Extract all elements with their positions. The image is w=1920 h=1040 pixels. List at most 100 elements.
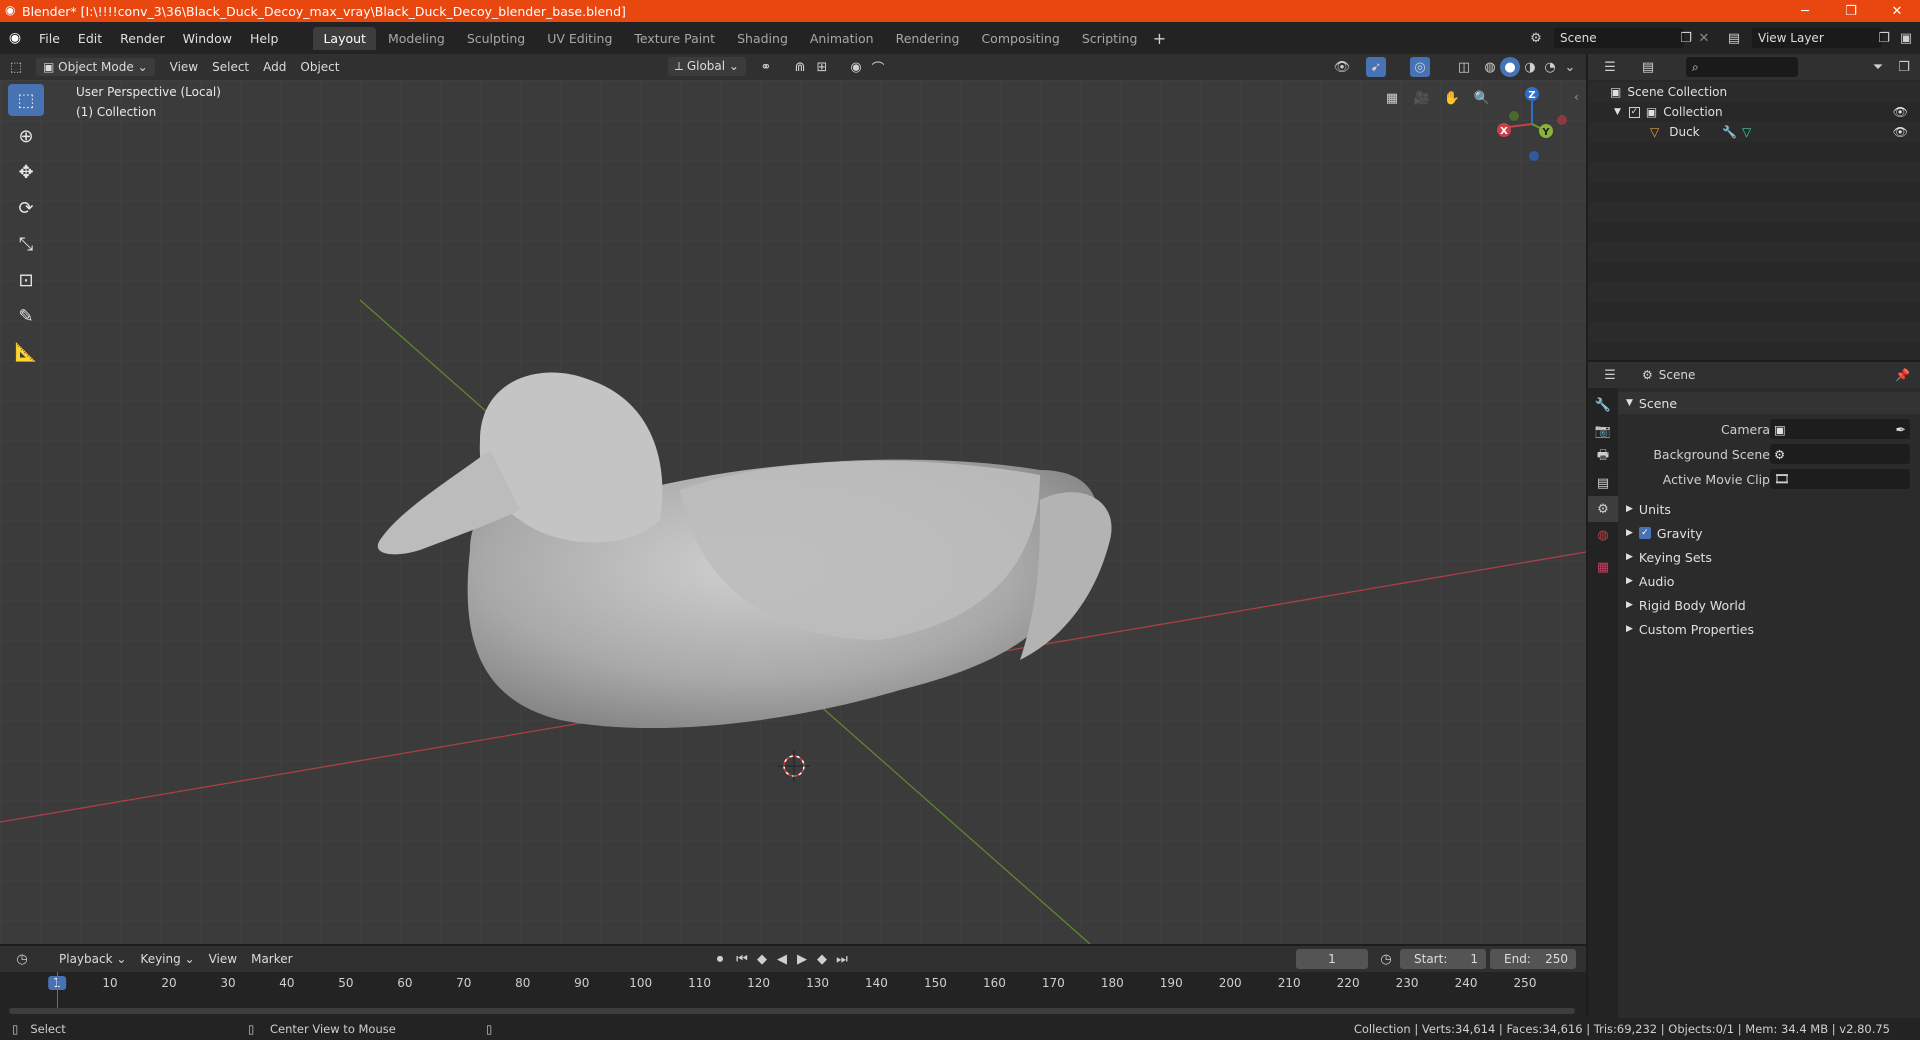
tab-layout[interactable]: Layout — [313, 26, 376, 50]
tab-shading[interactable]: Shading — [727, 27, 798, 50]
new-collection-icon[interactable]: ❐ — [1894, 57, 1914, 77]
mesh-data-icon[interactable]: ▽ — [1742, 125, 1751, 139]
new-scene-icon[interactable]: ❐ — [1676, 28, 1696, 48]
measure-tool-icon[interactable]: 📐 — [8, 336, 44, 368]
timeline[interactable]: 1102030405060708090100110120130140150160… — [0, 972, 1586, 1018]
pivot-point-icon[interactable]: ⚭ — [756, 57, 776, 77]
outliner-row-duck[interactable]: ▽ Duck 🔧 ▽ 👁 — [1588, 122, 1920, 142]
cursor-tool-icon[interactable]: ⊕ — [8, 120, 44, 152]
tab-uv-editing[interactable]: UV Editing — [537, 27, 622, 50]
annotate-tool-icon[interactable]: ✎ — [8, 300, 44, 332]
eyedropper-icon[interactable]: ✒ — [1896, 422, 1906, 437]
outliner-editor-type-icon[interactable]: ☰ — [1600, 57, 1620, 77]
remove-view-layer-icon[interactable]: ▣ — [1896, 28, 1916, 48]
camera-view-icon[interactable]: 🎥 — [1412, 88, 1432, 108]
menu-edit[interactable]: Edit — [69, 31, 111, 46]
pin-icon[interactable]: 📌 — [1895, 368, 1910, 382]
frame-ruler[interactable]: 1102030405060708090100110120130140150160… — [0, 972, 1586, 992]
tab-scripting[interactable]: Scripting — [1072, 27, 1148, 50]
editor-type-icon[interactable]: ⬚ — [6, 57, 26, 77]
pan-view-icon[interactable]: ✋ — [1442, 88, 1462, 108]
new-view-layer-icon[interactable]: ❐ — [1874, 28, 1894, 48]
scene-section-header[interactable]: ▼ Scene — [1618, 392, 1920, 414]
restore-icon[interactable]: ❐ — [1828, 0, 1874, 22]
wireframe-shading-icon[interactable]: ◍ — [1480, 57, 1500, 77]
transform-orientation-selector[interactable]: ⟂ Global ⌄ — [668, 57, 746, 76]
material-shading-icon[interactable]: ◑ — [1520, 57, 1540, 77]
transform-tool-icon[interactable]: ⊡ — [8, 264, 44, 296]
proportional-edit-icon[interactable]: ◉ — [846, 57, 866, 77]
blender-menu-icon[interactable]: ◉ — [0, 30, 30, 46]
tab-modeling[interactable]: Modeling — [378, 27, 455, 50]
eye-icon[interactable]: 👁 — [1893, 105, 1908, 119]
world-tab-icon[interactable]: ◍ — [1588, 522, 1618, 548]
proportional-falloff-icon[interactable]: ⌒ — [868, 57, 888, 77]
menu-marker[interactable]: Marker — [244, 950, 299, 968]
tab-animation[interactable]: Animation — [800, 27, 884, 50]
tab-compositing[interactable]: Compositing — [971, 27, 1069, 50]
current-frame-field[interactable]: 1 — [1296, 949, 1368, 969]
snap-icon[interactable]: ⋒ — [790, 57, 810, 77]
menu-render[interactable]: Render — [111, 31, 174, 46]
menu-file[interactable]: File — [30, 31, 69, 46]
units-panel-header[interactable]: ▶ Units — [1618, 498, 1920, 520]
menu-object[interactable]: Object — [293, 58, 346, 76]
gravity-panel-header[interactable]: ▶ ✓ Gravity — [1618, 522, 1920, 544]
eye-icon[interactable]: 👁 — [1893, 125, 1908, 139]
xray-toggle-icon[interactable]: ◫ — [1454, 57, 1474, 77]
gizmo-toggle-icon[interactable]: ➹ — [1366, 57, 1386, 77]
scale-tool-icon[interactable]: ⤡ — [8, 228, 44, 260]
jump-end-icon[interactable]: ⏭ — [832, 949, 852, 969]
snap-target-icon[interactable]: ⊞ — [812, 57, 832, 77]
properties-editor-type-icon[interactable]: ☰ — [1600, 365, 1620, 385]
menu-playback[interactable]: Playback ⌄ — [52, 950, 133, 968]
close-icon[interactable]: ✕ — [1874, 0, 1920, 22]
sidebar-toggle-icon[interactable]: ‹ — [1574, 90, 1579, 104]
end-frame-field[interactable]: End: 250 — [1490, 949, 1576, 969]
scene-tab-icon[interactable]: ⚙ — [1588, 496, 1618, 522]
solid-shading-icon[interactable]: ● — [1500, 57, 1520, 77]
menu-select[interactable]: Select — [205, 58, 256, 76]
shading-options-icon[interactable]: ⌄ — [1560, 57, 1580, 77]
tool-tab-icon[interactable]: 🔧 — [1588, 392, 1618, 418]
tab-sculpting[interactable]: Sculpting — [457, 27, 535, 50]
active-movie-clip-field[interactable]: 🎞 — [1770, 469, 1910, 489]
add-workspace-icon[interactable]: + — [1149, 28, 1169, 48]
tab-texture-paint[interactable]: Texture Paint — [624, 27, 725, 50]
menu-window[interactable]: Window — [174, 31, 241, 46]
overlays-toggle-icon[interactable]: ◎ — [1410, 57, 1430, 77]
play-reverse-icon[interactable]: ◀ — [772, 949, 792, 969]
view-layer-tab-icon[interactable]: ▤ — [1588, 470, 1618, 496]
modifier-icon[interactable]: 🔧 — [1722, 125, 1737, 139]
texture-tab-icon[interactable]: ▦ — [1588, 554, 1618, 580]
timeline-scrollbar[interactable] — [9, 1008, 1575, 1014]
rigid-body-world-panel-header[interactable]: ▶ Rigid Body World — [1618, 594, 1920, 616]
expand-arrow-icon[interactable]: ▼ — [1614, 107, 1621, 117]
menu-help[interactable]: Help — [241, 31, 288, 46]
keying-sets-panel-header[interactable]: ▶ Keying Sets — [1618, 546, 1920, 568]
timeline-editor-type-icon[interactable]: ◷ — [12, 949, 32, 969]
mode-selector[interactable]: ▣ Object Mode ⌄ — [36, 58, 155, 76]
render-tab-icon[interactable]: 📷 — [1588, 418, 1618, 444]
move-tool-icon[interactable]: ✥ — [8, 156, 44, 188]
zoom-view-icon[interactable]: 🔍 — [1472, 88, 1492, 108]
minimize-icon[interactable]: ─ — [1782, 0, 1828, 22]
camera-field[interactable]: ▣ ✒ — [1770, 419, 1910, 439]
toggle-perspective-icon[interactable]: ▦ — [1382, 88, 1402, 108]
prev-keyframe-icon[interactable]: ◆ — [752, 949, 772, 969]
next-keyframe-icon[interactable]: ◆ — [812, 949, 832, 969]
view-layer-selector[interactable]: View Layer — [1752, 28, 1882, 48]
remove-scene-icon[interactable]: ✕ — [1694, 28, 1714, 48]
jump-start-icon[interactable]: ⏮ — [732, 949, 752, 969]
scene-selector[interactable]: Scene — [1554, 28, 1684, 48]
gravity-checkbox[interactable]: ✓ — [1638, 527, 1651, 539]
tab-rendering[interactable]: Rendering — [886, 27, 970, 50]
output-tab-icon[interactable]: 🖶 — [1588, 444, 1618, 470]
select-box-tool-icon[interactable]: ⬚ — [8, 84, 44, 116]
background-scene-field[interactable]: ⚙ — [1770, 444, 1910, 464]
start-frame-field[interactable]: Start: 1 — [1400, 949, 1486, 969]
custom-properties-panel-header[interactable]: ▶ Custom Properties — [1618, 618, 1920, 640]
menu-timeline-view[interactable]: View — [202, 950, 244, 968]
rotate-tool-icon[interactable]: ⟳ — [8, 192, 44, 224]
display-mode-icon[interactable]: ▤ — [1638, 57, 1658, 77]
